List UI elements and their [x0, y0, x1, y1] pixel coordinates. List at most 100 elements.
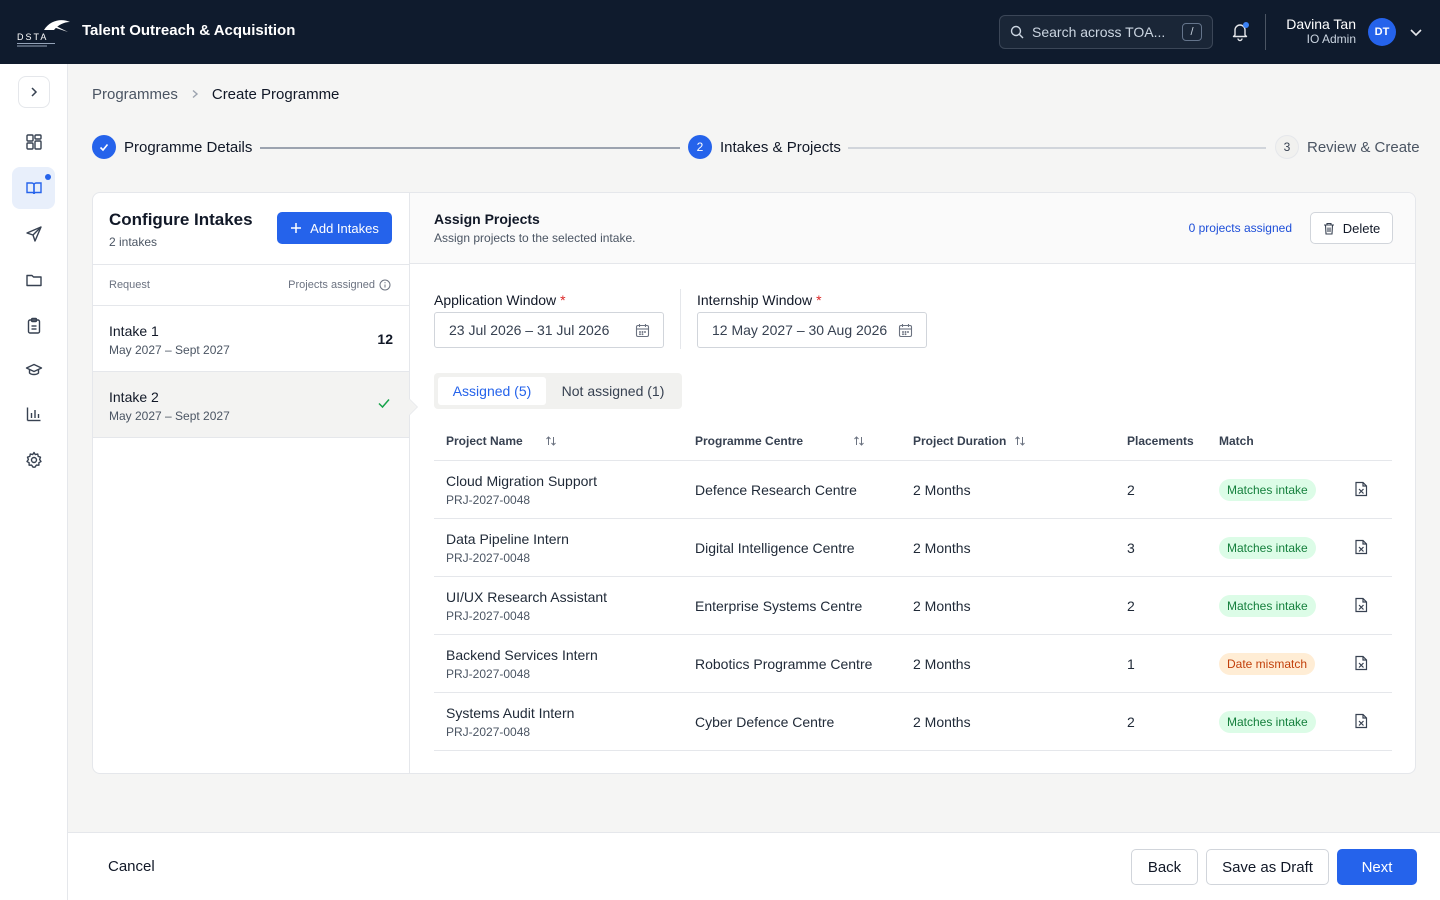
sidebar-item-reports[interactable] — [12, 393, 55, 435]
remove-file-icon[interactable] — [1354, 655, 1368, 674]
col-project-duration[interactable]: Project Duration — [913, 422, 1026, 460]
trash-icon — [1323, 222, 1334, 235]
application-window-field[interactable]: 23 Jul 2026 – 31 Jul 2026 — [434, 312, 664, 348]
calendar-icon — [898, 324, 913, 338]
project-name: Data Pipeline Intern — [446, 531, 569, 547]
add-intakes-button[interactable]: Add Intakes — [277, 212, 392, 244]
intake-dates: May 2027 – Sept 2027 — [109, 409, 230, 423]
programme-centre: Cyber Defence Centre — [695, 714, 835, 730]
notification-dot — [1243, 22, 1249, 28]
intakes-panel: Configure Intakes 2 intakes Add Intakes … — [93, 193, 410, 773]
save-draft-button[interactable]: Save as Draft — [1206, 849, 1329, 885]
table-row[interactable]: Systems Audit Intern PRJ-2027-0048 Cyber… — [434, 693, 1392, 751]
breadcrumb-current: Create Programme — [211, 86, 340, 103]
breadcrumb: Programmes Create Programme — [92, 86, 339, 103]
clipboard-icon — [27, 317, 40, 334]
sidebar — [0, 64, 68, 900]
plus-icon — [291, 223, 302, 233]
intake-name: Intake 1 — [109, 323, 159, 339]
project-code: PRJ-2027-0048 — [446, 551, 531, 565]
remove-file-icon[interactable] — [1354, 713, 1368, 732]
user-name[interactable]: Davina Tan — [1286, 16, 1356, 32]
tab-not-assigned[interactable]: Not assigned (1) — [548, 377, 678, 405]
col-projects-assigned: Projects assigned — [288, 279, 375, 291]
internship-window-label: Internship Window * — [697, 292, 822, 308]
placements: 3 — [1127, 540, 1135, 556]
step-connector-2 — [848, 147, 1266, 149]
info-icon[interactable] — [379, 279, 391, 291]
col-placements: Placements — [1127, 434, 1194, 448]
cancel-button[interactable]: Cancel — [108, 858, 155, 875]
tab-assigned[interactable]: Assigned (5) — [438, 377, 546, 405]
chevron-down-icon[interactable] — [1408, 24, 1424, 40]
back-button[interactable]: Back — [1131, 849, 1198, 885]
projects-assigned-link[interactable]: 0 projects assigned — [1189, 221, 1292, 235]
match-badge: Matches intake — [1219, 479, 1316, 501]
programme-centre: Robotics Programme Centre — [695, 656, 873, 672]
step-3-number: 3 — [1275, 135, 1299, 159]
avatar[interactable]: DT — [1368, 18, 1396, 46]
remove-file-icon[interactable] — [1354, 481, 1368, 500]
sidebar-item-settings[interactable] — [12, 439, 55, 481]
table-row[interactable]: Data Pipeline Intern PRJ-2027-0048 Digit… — [434, 519, 1392, 577]
intake-project-count: 12 — [377, 331, 393, 347]
assign-projects-subtitle: Assign projects to the selected intake. — [434, 231, 636, 245]
intake-item-2[interactable]: Intake 2 May 2027 – Sept 2027 — [93, 372, 409, 438]
sidebar-item-outreach[interactable] — [12, 213, 55, 255]
step-3-label[interactable]: Review & Create — [1307, 139, 1420, 156]
step-connector-1 — [260, 147, 680, 149]
project-duration: 2 Months — [913, 598, 971, 614]
step-2-number: 2 — [688, 135, 712, 159]
match-badge: Matches intake — [1219, 711, 1316, 733]
placements: 2 — [1127, 714, 1135, 730]
project-name: Systems Audit Intern — [446, 705, 575, 721]
grid-icon — [25, 134, 42, 150]
sidebar-item-programmes[interactable] — [12, 167, 55, 209]
sidebar-item-dashboard[interactable] — [12, 121, 55, 163]
bar-chart-icon — [26, 407, 40, 422]
assignment-tabs: Assigned (5) Not assigned (1) — [434, 373, 682, 409]
col-project-name-label: Project Name — [446, 434, 523, 448]
sort-icon — [854, 436, 864, 446]
delete-label: Delete — [1342, 220, 1381, 236]
intake-item-1[interactable]: Intake 1 May 2027 – Sept 2027 12 — [93, 306, 409, 372]
col-programme-centre[interactable]: Programme Centre — [695, 422, 865, 460]
remove-file-icon[interactable] — [1354, 597, 1368, 616]
user-role: IO Admin — [1306, 32, 1356, 46]
table-row[interactable]: Cloud Migration Support PRJ-2027-0048 De… — [434, 461, 1392, 519]
programme-centre: Defence Research Centre — [695, 482, 857, 498]
calendar-icon — [635, 324, 650, 338]
project-duration: 2 Months — [913, 656, 971, 672]
sidebar-item-tasks[interactable] — [12, 305, 55, 347]
sidebar-expand-button[interactable] — [18, 76, 50, 108]
dsta-logo[interactable]: DSTA — [16, 16, 72, 48]
sidebar-item-folders[interactable] — [12, 259, 55, 301]
required-mark: * — [560, 292, 566, 308]
next-button[interactable]: Next — [1337, 849, 1417, 885]
col-project-name[interactable]: Project Name — [446, 422, 557, 460]
application-window-label: Application Window * — [434, 292, 566, 308]
table-row[interactable]: UI/UX Research Assistant PRJ-2027-0048 E… — [434, 577, 1392, 635]
programme-centre: Digital Intelligence Centre — [695, 540, 855, 556]
step-1-label[interactable]: Programme Details — [124, 139, 252, 156]
field-divider — [680, 289, 681, 349]
search-placeholder: Search across TOA... — [1032, 24, 1166, 40]
intake-name: Intake 2 — [109, 389, 159, 405]
table-row[interactable]: Backend Services Intern PRJ-2027-0048 Ro… — [434, 635, 1392, 693]
search-input[interactable]: Search across TOA... / — [999, 15, 1213, 49]
internship-window-field[interactable]: 12 May 2027 – 30 Aug 2026 — [697, 312, 927, 348]
step-2-label[interactable]: Intakes & Projects — [720, 139, 841, 156]
graduation-cap-icon — [25, 363, 42, 376]
remove-file-icon[interactable] — [1354, 539, 1368, 558]
gear-icon — [25, 451, 42, 468]
delete-button[interactable]: Delete — [1310, 212, 1393, 244]
placements: 1 — [1127, 656, 1135, 672]
notification-bell-icon[interactable] — [1229, 20, 1251, 42]
project-code: PRJ-2027-0048 — [446, 493, 531, 507]
breadcrumb-programmes[interactable]: Programmes — [92, 86, 178, 103]
top-bar: DSTA Talent Outreach & Acquisition Searc… — [0, 0, 1440, 64]
project-code: PRJ-2027-0048 — [446, 667, 531, 681]
sidebar-item-graduates[interactable] — [12, 349, 55, 391]
col-request: Request — [109, 279, 150, 291]
required-mark: * — [816, 292, 822, 308]
